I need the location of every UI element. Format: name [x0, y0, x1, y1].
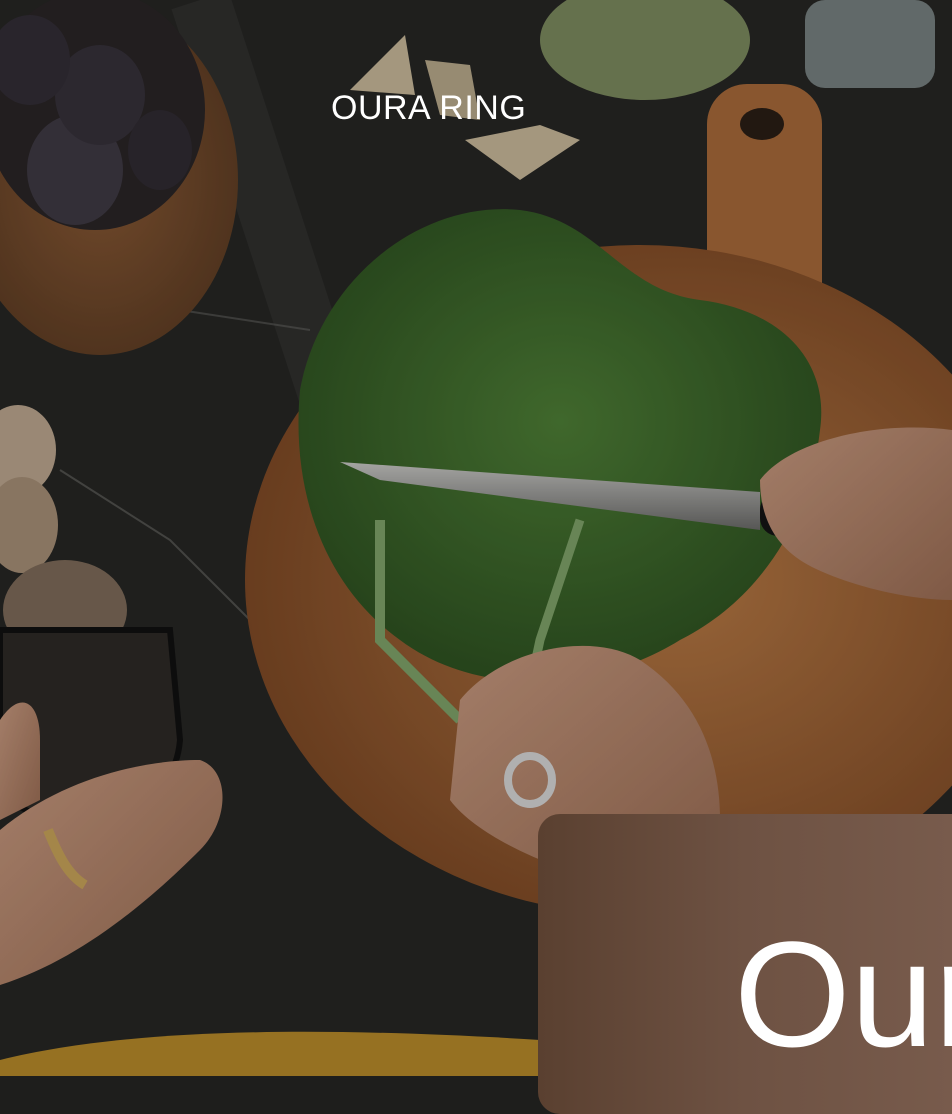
promo-card-title: Our: [734, 910, 952, 1078]
promo-card: Our: [538, 814, 952, 1114]
brand-label: OURA RING: [331, 89, 527, 127]
